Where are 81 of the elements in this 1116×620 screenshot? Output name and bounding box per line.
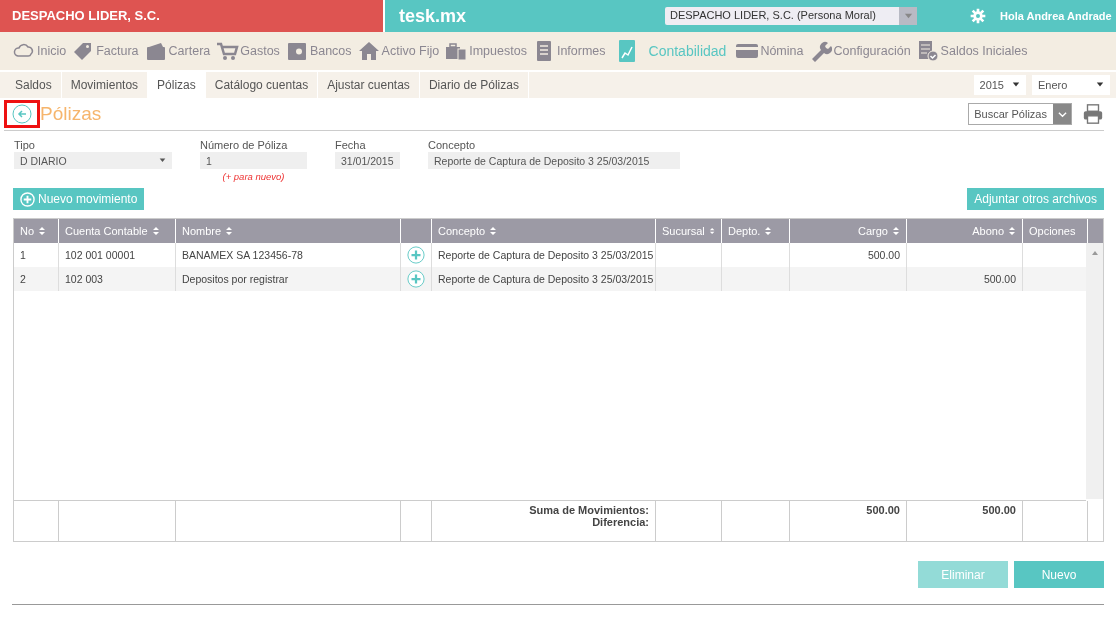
add-icon[interactable] (407, 269, 425, 289)
nav-item[interactable]: Contabilidad (614, 39, 727, 63)
nav-item[interactable]: Nómina (735, 39, 804, 63)
dropdown[interactable]: 2015 (973, 75, 1026, 95)
nav-item[interactable]: Inicio (12, 39, 67, 63)
column-header[interactable]: No (20, 225, 35, 237)
sort-icon[interactable] (764, 226, 773, 236)
table-cell: Reporte de Captura de Deposito 3 25/03/2015 (438, 273, 654, 285)
action-button[interactable]: Nuevo (1014, 561, 1104, 588)
column-header[interactable]: Depto. (728, 225, 761, 237)
total-value: 500.00 (982, 504, 1016, 516)
page-title: Pólizas (40, 103, 102, 125)
settings-icon[interactable] (970, 8, 986, 24)
tab[interactable]: Pólizas (148, 72, 206, 98)
dropdown[interactable]: Enero (1032, 75, 1110, 95)
field-label: Tipo (14, 139, 36, 151)
field-label: Número de Póliza (200, 139, 289, 151)
field-label: Fecha (335, 139, 367, 151)
tab[interactable]: Diario de Pólizas (419, 72, 529, 98)
user-greeting: Hola Andrea Andrade (1000, 10, 1112, 22)
column-header: Opciones (1029, 225, 1076, 237)
field-label: Concepto (428, 139, 477, 151)
table-cell: Reporte de Captura de Deposito 3 25/03/2015 (438, 249, 654, 261)
nav-item[interactable]: Bancos (284, 39, 352, 63)
nav-item[interactable]: Factura (71, 39, 139, 63)
chevron-icon (1057, 109, 1067, 119)
tab[interactable]: Ajustar cuentas (318, 72, 420, 98)
hint-text: (+ para nuevo) (221, 171, 286, 182)
input-field[interactable]: 31/01/2015 (335, 152, 400, 169)
nav-item[interactable]: Configuración (808, 39, 911, 63)
plus-icon (20, 191, 35, 207)
table-cell: 2 (20, 273, 26, 285)
search-dropdown[interactable]: Buscar Pólizas (968, 103, 1072, 125)
sort-icon[interactable] (708, 226, 715, 236)
table-cell: 500.00 (867, 249, 900, 261)
total-value: 500.00 (866, 504, 900, 516)
table-cell: Depositos por registrar (182, 273, 289, 285)
new-movement-button[interactable]: Nuevo movimiento (13, 188, 145, 210)
input-field[interactable]: Reporte de Captura de Deposito 3 25/03/2015 (428, 152, 680, 169)
print-icon[interactable] (1082, 103, 1104, 125)
table-cell: 102 001 00001 (65, 249, 136, 261)
sort-icon[interactable] (1008, 226, 1016, 236)
sort-icon[interactable] (489, 226, 498, 236)
caret-icon (159, 157, 166, 164)
back-button[interactable] (4, 100, 40, 128)
total-label: Diferencia: (592, 516, 649, 528)
tab[interactable]: Saldos (6, 72, 62, 98)
input-field[interactable]: 1 (200, 152, 307, 169)
total-label: Suma de Movimientos: (529, 504, 649, 516)
nav-item[interactable]: Activo Fijo (356, 39, 440, 63)
column-header[interactable]: Sucursal (662, 225, 705, 237)
table-cell: 500.00 (983, 273, 1016, 285)
company-name: DESPACHO LIDER, S.C. (0, 0, 385, 32)
scrollbar[interactable] (1086, 243, 1103, 499)
nav-item[interactable]: Saldos Iniciales (915, 39, 1028, 63)
tab[interactable]: Catálogo cuentas (205, 72, 319, 98)
caret-icon (1096, 81, 1104, 89)
table-cell: 102 003 (65, 273, 103, 285)
sort-icon[interactable] (151, 226, 160, 236)
table-cell: BANAMEX SA 123456-78 (182, 249, 303, 261)
column-header[interactable]: Cuenta Contable (65, 225, 148, 237)
scroll-up-icon (1090, 249, 1099, 257)
sort-icon[interactable] (892, 226, 900, 236)
company-select[interactable]: DESPACHO LIDER, S.C. (Persona Moral) (665, 7, 917, 25)
column-header[interactable]: Concepto (438, 225, 486, 237)
attach-files-button[interactable]: Adjuntar otros archivos (967, 188, 1104, 210)
caret-icon (1012, 81, 1020, 89)
input-field[interactable]: D DIARIO (14, 152, 172, 169)
sort-icon[interactable] (38, 226, 47, 236)
add-icon[interactable] (407, 245, 425, 265)
sort-icon[interactable] (225, 226, 234, 236)
column-header[interactable]: Nombre (182, 225, 222, 237)
nav-item[interactable]: Impuestos (444, 39, 527, 63)
nav-item[interactable]: Cartera (143, 39, 211, 63)
column-header[interactable]: Abono (972, 225, 1004, 237)
column-header[interactable]: Cargo (858, 225, 888, 237)
nav-item[interactable]: Informes (531, 39, 606, 63)
brand-logo: tesk.mx (399, 5, 468, 27)
nav-item[interactable]: Gastos (215, 39, 280, 63)
table-cell: 1 (20, 249, 26, 261)
caret-icon (903, 11, 913, 21)
